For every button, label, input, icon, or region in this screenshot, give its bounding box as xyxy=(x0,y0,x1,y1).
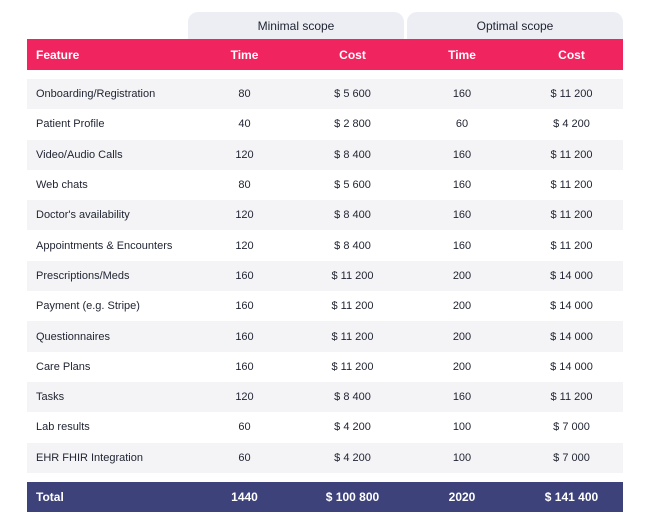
time-optimal-cell: 200 xyxy=(452,300,472,313)
table-rows: Onboarding/Registration 80 $ 5 600 160 $ 11 … xyxy=(27,79,623,473)
time-minimal-cell: 80 xyxy=(238,88,251,101)
pricing-table: Minimal scope Optimal scope Feature Time… xyxy=(27,12,623,512)
feature-cell: Video/Audio Calls xyxy=(36,148,123,161)
header-cost-minimal: Cost xyxy=(339,47,366,62)
cost-optimal-cell: $ 11 200 xyxy=(550,179,593,192)
time-minimal-cell: 120 xyxy=(235,239,254,252)
cost-optimal-cell: $ 14 000 xyxy=(550,269,593,282)
table-header: Feature Time Cost Time Cost xyxy=(27,39,623,70)
time-minimal-cell: 120 xyxy=(235,209,254,222)
table-row: Tasks 120 $ 8 400 160 $ 11 200 xyxy=(27,381,623,413)
cost-minimal-cell: $ 11 200 xyxy=(331,330,374,343)
table-spacer xyxy=(27,472,623,482)
time-minimal-cell: 160 xyxy=(235,300,254,313)
time-minimal-cell: 160 xyxy=(235,360,254,373)
cost-optimal-cell: $ 11 200 xyxy=(550,209,593,222)
table-row: Lab results 60 $ 4 200 100 $ 7 000 xyxy=(27,412,623,442)
time-minimal-cell: 80 xyxy=(238,179,251,192)
total-time-optimal: 2020 xyxy=(448,489,476,504)
total-cost-minimal: $ 100 800 xyxy=(325,489,380,504)
table-row: Video/Audio Calls 120 $ 8 400 160 $ 11 200 xyxy=(27,139,623,170)
table-row: Patient Profile 40 $ 2 800 60 $ 4 200 xyxy=(27,109,623,139)
cost-minimal-cell: $ 5 600 xyxy=(334,179,371,192)
feature-cell: Care Plans xyxy=(36,360,91,373)
cost-optimal-cell: $ 11 200 xyxy=(550,391,593,404)
cost-minimal-cell: $ 2 800 xyxy=(334,118,371,131)
time-optimal-cell: 160 xyxy=(452,88,472,101)
table-row: EHR FHIR Integration 60 $ 4 200 100 $ 7 000 xyxy=(27,442,623,473)
table-row: Doctor's availability 120 $ 8 400 160 $ 11 2… xyxy=(27,200,623,231)
table-body: Onboarding/Registration 80 $ 5 600 160 $ 11 … xyxy=(27,70,623,482)
cost-minimal-cell: $ 4 200 xyxy=(334,451,371,464)
table-row: Web chats 80 $ 5 600 160 $ 11 200 xyxy=(27,170,623,200)
feature-cell: Doctor's availability xyxy=(36,209,130,222)
time-optimal-cell: 160 xyxy=(452,209,472,222)
cost-optimal-cell: $ 14 000 xyxy=(550,300,593,313)
table-row: Onboarding/Registration 80 $ 5 600 160 $ 11 … xyxy=(27,79,623,110)
header-time-minimal: Time xyxy=(230,47,259,62)
header-time-optimal: Time xyxy=(448,47,476,62)
cost-minimal-cell: $ 5 600 xyxy=(334,88,371,101)
table-row: Questionnaires 160 $ 11 200 200 $ 14 000 xyxy=(27,321,623,352)
feature-cell: Appointments & Encounters xyxy=(36,239,173,252)
time-optimal-cell: 100 xyxy=(452,421,472,434)
cost-optimal-cell: $ 11 200 xyxy=(550,148,593,161)
total-label: Total xyxy=(36,489,64,504)
minimal-scope-label: Minimal scope xyxy=(188,12,404,39)
feature-cell: Prescriptions/Meds xyxy=(36,269,130,282)
optimal-scope-label: Optimal scope xyxy=(407,12,623,39)
time-minimal-cell: 120 xyxy=(235,391,254,404)
time-optimal-cell: 160 xyxy=(452,148,472,161)
cost-minimal-cell: $ 11 200 xyxy=(331,300,374,313)
time-minimal-cell: 60 xyxy=(238,421,251,434)
cost-minimal-cell: $ 8 400 xyxy=(334,209,371,222)
cost-optimal-cell: $ 14 000 xyxy=(550,330,593,343)
feature-cell: Patient Profile xyxy=(36,118,105,131)
time-minimal-cell: 120 xyxy=(235,148,254,161)
feature-cell: Questionnaires xyxy=(36,330,110,343)
feature-cell: EHR FHIR Integration xyxy=(36,451,143,464)
total-row: Total 1440 $ 100 800 2020 $ 141 400 xyxy=(27,481,623,512)
cost-minimal-cell: $ 11 200 xyxy=(331,360,374,373)
cost-minimal-cell: $ 8 400 xyxy=(334,391,371,404)
total-time-minimal: 1440 xyxy=(231,489,258,504)
table-row: Prescriptions/Meds 160 $ 11 200 200 $ 14 000 xyxy=(27,260,623,292)
table-row: Payment (e.g. Stripe) 160 $ 11 200 200 $ 14 … xyxy=(27,291,623,321)
feature-cell: Web chats xyxy=(36,179,88,192)
time-minimal-cell: 160 xyxy=(235,330,254,343)
time-optimal-cell: 160 xyxy=(452,179,472,192)
feature-cell: Onboarding/Registration xyxy=(36,88,156,101)
time-optimal-cell: 200 xyxy=(452,360,472,373)
cost-minimal-cell: $ 8 400 xyxy=(334,148,371,161)
cost-optimal-cell: $ 7 000 xyxy=(553,421,590,434)
time-optimal-cell: 200 xyxy=(452,269,472,282)
cost-minimal-cell: $ 8 400 xyxy=(334,239,371,252)
feature-cell: Payment (e.g. Stripe) xyxy=(36,300,140,313)
header-cost-optimal: Cost xyxy=(558,47,585,62)
time-optimal-cell: 100 xyxy=(452,451,472,464)
table-row: Appointments & Encounters 120 $ 8 400 160 $ … xyxy=(27,230,623,260)
time-optimal-cell: 160 xyxy=(452,391,472,404)
cost-optimal-cell: $ 11 200 xyxy=(550,88,593,101)
header-feature: Feature xyxy=(36,47,80,62)
table-row: Care Plans 160 $ 11 200 200 $ 14 000 xyxy=(27,352,623,382)
table-spacer xyxy=(27,70,623,79)
cost-minimal-cell: $ 11 200 xyxy=(331,269,374,282)
cost-optimal-cell: $ 7 000 xyxy=(553,451,590,464)
time-minimal-cell: 40 xyxy=(238,118,251,131)
cost-optimal-cell: $ 4 200 xyxy=(553,118,590,131)
scope-group-header: Minimal scope Optimal scope xyxy=(27,12,623,39)
feature-cell: Tasks xyxy=(36,391,65,404)
time-optimal-cell: 160 xyxy=(452,239,472,252)
cost-minimal-cell: $ 4 200 xyxy=(334,421,371,434)
cost-optimal-cell: $ 14 000 xyxy=(550,360,593,373)
feature-cell: Lab results xyxy=(36,421,90,434)
time-minimal-cell: 60 xyxy=(238,451,251,464)
time-minimal-cell: 160 xyxy=(235,269,254,282)
time-optimal-cell: 60 xyxy=(455,118,469,131)
time-optimal-cell: 200 xyxy=(452,330,472,343)
total-cost-optimal: $ 141 400 xyxy=(544,489,599,504)
cost-optimal-cell: $ 11 200 xyxy=(550,239,593,252)
